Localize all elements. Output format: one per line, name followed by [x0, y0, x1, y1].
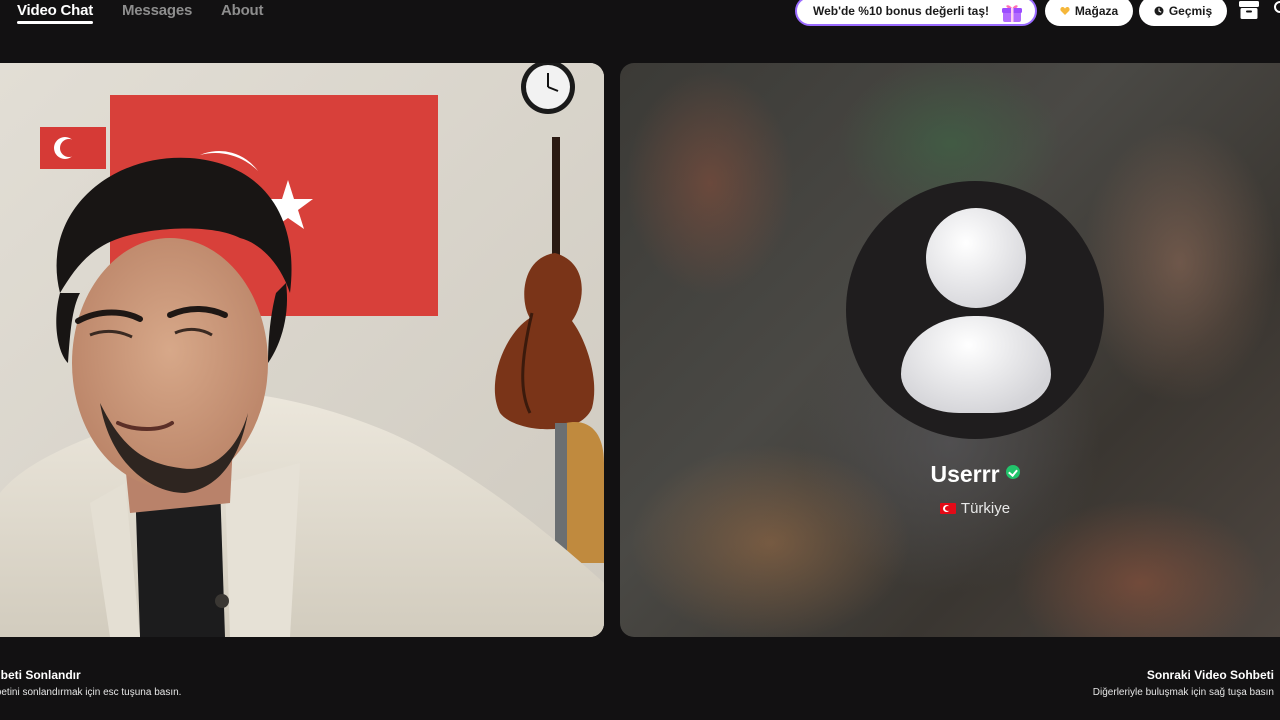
- tab-messages-label: Messages: [122, 2, 193, 19]
- avatar-body-shape: [901, 316, 1051, 413]
- top-navigation-bar: Video Chat Messages About Web'de %10 bon…: [0, 0, 1280, 40]
- avatar: [846, 181, 1104, 439]
- history-label: Geçmiş: [1168, 4, 1213, 18]
- clock-icon: [1154, 6, 1164, 16]
- archive-box-icon[interactable]: [1238, 0, 1260, 20]
- active-tab-underline: [17, 21, 94, 24]
- tab-messages[interactable]: Messages: [122, 2, 192, 19]
- next-chat-title: Sonraki Video Sohbeti: [1146, 668, 1274, 682]
- bonus-promo-banner[interactable]: Web'de %10 bonus değerli taş!: [795, 0, 1037, 26]
- stranger-username: Userrr: [930, 461, 1000, 487]
- local-camera-image: [0, 63, 604, 637]
- heart-icon: [1060, 6, 1070, 16]
- end-chat-hint[interactable]: Sohbeti Sonlandır Sohbetini sonlandırmak…: [0, 668, 181, 698]
- stranger-country: Türkiye: [960, 500, 1011, 517]
- stranger-video-feed: Userrr Türkiye: [620, 63, 1280, 637]
- gift-icon: [1002, 5, 1022, 22]
- local-video-feed: [0, 63, 604, 637]
- tab-video-chat[interactable]: Video Chat: [17, 2, 94, 24]
- tab-about-label: About: [221, 2, 264, 19]
- stranger-country-row: Türkiye: [620, 500, 1280, 517]
- promo-text: Web'de %10 bonus değerli taş!: [813, 4, 990, 18]
- verified-badge-icon: [1005, 465, 1020, 479]
- stranger-name-row: Userrr: [620, 461, 1280, 488]
- turkey-flag-icon: [939, 503, 956, 514]
- history-button[interactable]: Geçmiş: [1139, 0, 1227, 26]
- tab-video-chat-label: Video Chat: [17, 2, 94, 19]
- end-chat-title: Sohbeti Sonlandır: [0, 668, 81, 682]
- avatar-head-shape: [926, 208, 1026, 308]
- partial-edge-icon[interactable]: [1272, 0, 1280, 16]
- end-chat-subtitle: Sohbetini sonlandırmak için esc tuşuna b…: [0, 687, 182, 698]
- store-label: Mağaza: [1074, 4, 1119, 18]
- next-chat-subtitle: Diğerleriyle buluşmak için sağ tuşa bası…: [1092, 687, 1274, 698]
- store-button[interactable]: Mağaza: [1045, 0, 1133, 26]
- next-chat-hint[interactable]: Sonraki Video Sohbeti Diğerleriyle buluş…: [1093, 668, 1274, 698]
- tab-about[interactable]: About: [221, 2, 264, 19]
